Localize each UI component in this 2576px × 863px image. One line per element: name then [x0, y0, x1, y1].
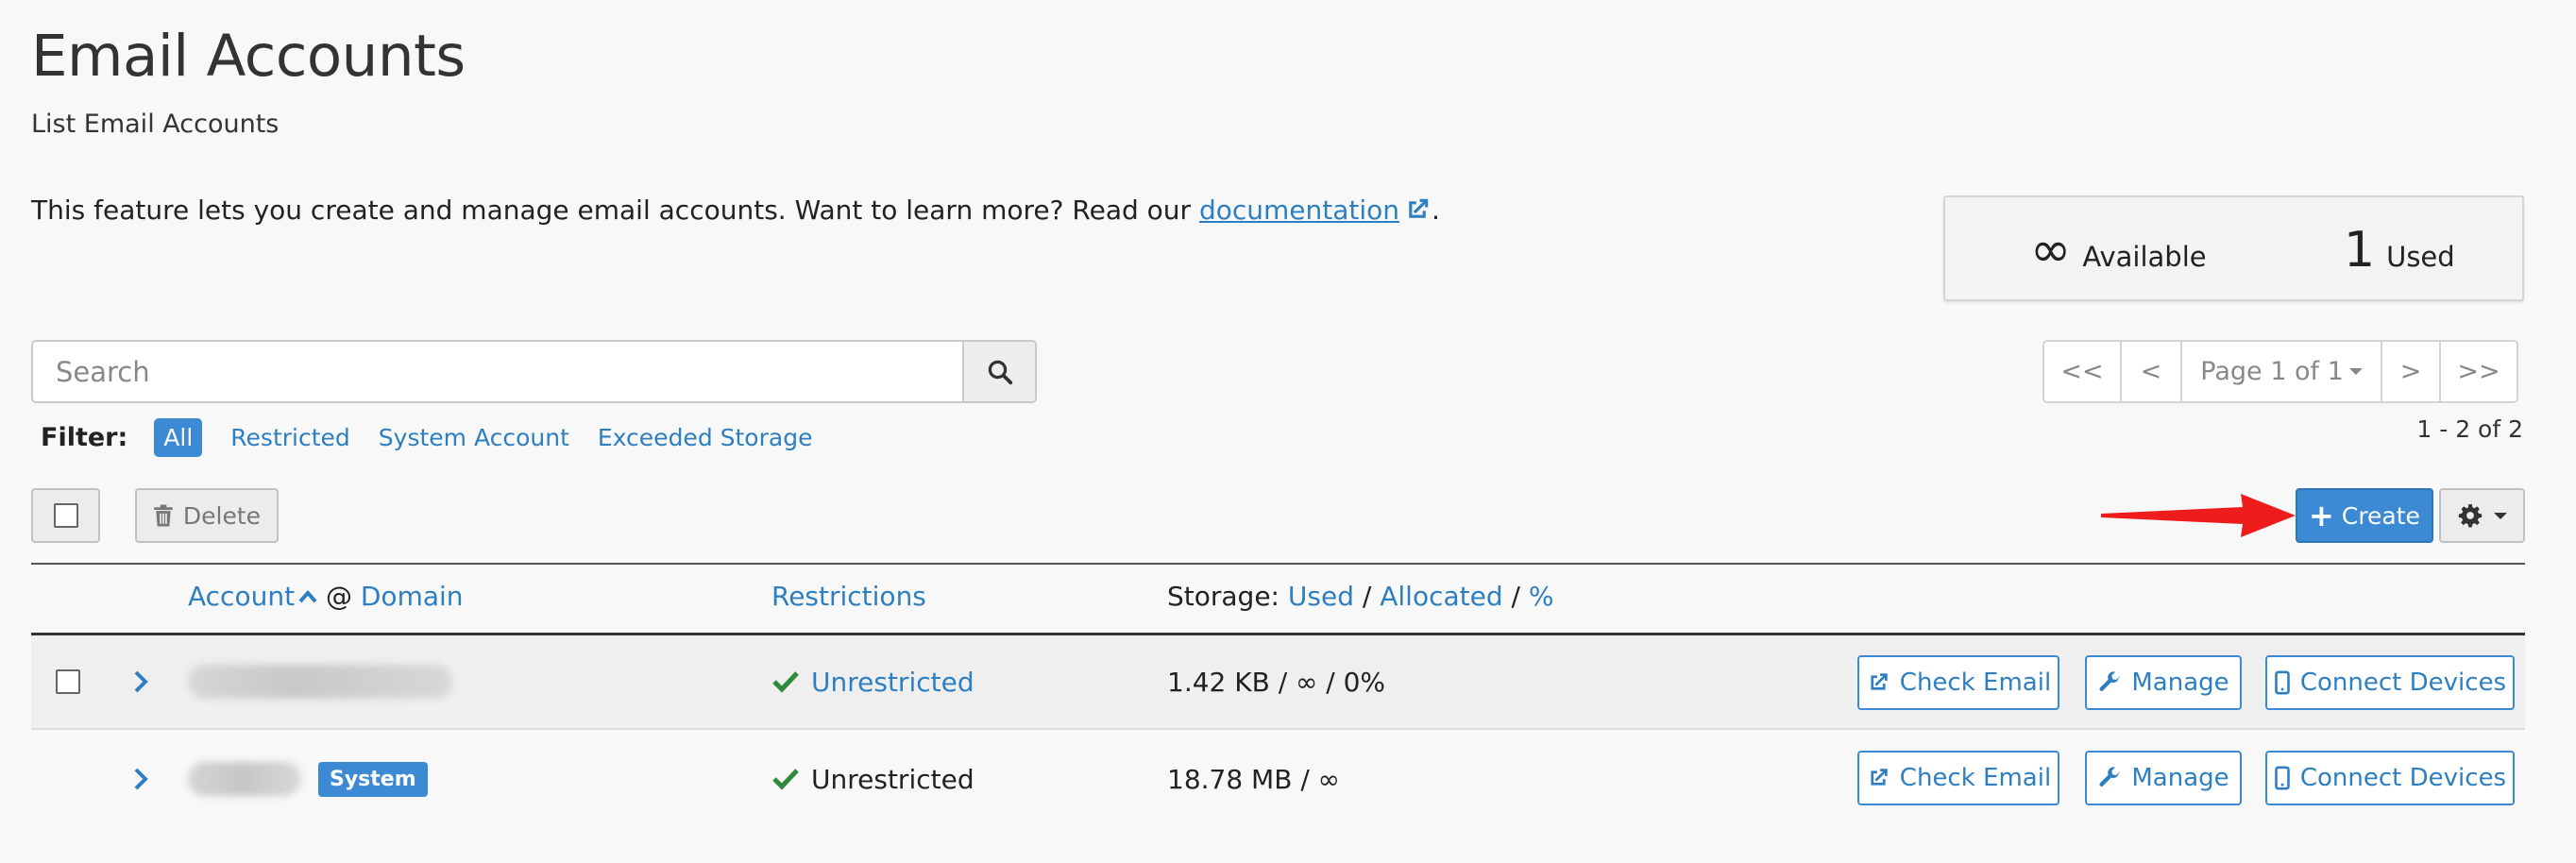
- available-stat: ∞ Available: [2030, 226, 2207, 275]
- separator: /: [1362, 581, 1372, 612]
- filter-restricted[interactable]: Restricted: [230, 424, 349, 451]
- mobile-phone-icon: [2275, 670, 2290, 695]
- filter-all[interactable]: All: [154, 417, 203, 457]
- separator: /: [1511, 581, 1520, 612]
- manage-button[interactable]: Manage: [2085, 655, 2242, 710]
- delete-button[interactable]: Delete: [135, 488, 279, 543]
- sort-allocated-link[interactable]: Allocated: [1380, 581, 1502, 612]
- sort-used-link[interactable]: Used: [1288, 581, 1354, 612]
- manage-label: Manage: [2131, 668, 2229, 697]
- chevron-right-icon: [134, 768, 148, 790]
- filter-bar: Filter: All Restricted System Account Ex…: [41, 415, 812, 459]
- caret-down-icon: [2348, 368, 2363, 375]
- caret-down-icon: [2493, 512, 2507, 519]
- blurred-account: [188, 665, 452, 699]
- expand-row-toggle[interactable]: [132, 732, 149, 826]
- create-label: Create: [2341, 501, 2420, 530]
- expand-row-toggle[interactable]: [132, 635, 149, 728]
- next-page-button[interactable]: >: [2381, 340, 2441, 403]
- restriction-link[interactable]: Unrestricted: [811, 667, 974, 698]
- search-input[interactable]: [31, 340, 962, 403]
- intro-text: This feature lets you create and manage …: [31, 195, 1440, 226]
- external-link-icon[interactable]: [1403, 195, 1432, 224]
- used-stat: 1 Used: [2344, 226, 2455, 275]
- account-name-redacted: System: [188, 732, 428, 826]
- column-header-account-domain: Account @ Domain: [188, 581, 464, 612]
- delete-label: Delete: [182, 501, 262, 530]
- wrench-icon: [2099, 671, 2121, 691]
- at-symbol: @: [325, 581, 352, 612]
- first-page-button[interactable]: <<: [2042, 340, 2122, 403]
- sort-percent-link[interactable]: %: [1529, 581, 1554, 612]
- documentation-link[interactable]: documentation: [1199, 195, 1399, 226]
- settings-dropdown-button[interactable]: [2439, 488, 2525, 543]
- pagination: << < Page 1 of 1 > >>: [2042, 340, 2518, 403]
- gear-icon: [2458, 504, 2482, 528]
- external-link-icon: [1871, 769, 1888, 786]
- blurred-account: [188, 762, 301, 796]
- used-value: 1: [2344, 222, 2376, 279]
- manage-label: Manage: [2131, 764, 2229, 792]
- storage-value: 18.78 MB / ∞: [1167, 763, 1340, 795]
- page-subtitle: List Email Accounts: [31, 110, 280, 139]
- search-button[interactable]: [962, 340, 1037, 403]
- row-checkbox[interactable]: [56, 669, 80, 694]
- storage-value: 1.42 KB / ∞ / 0%: [1167, 666, 1386, 698]
- external-link-icon: [1871, 673, 1888, 690]
- filter-label: Filter:: [41, 422, 128, 452]
- select-all-checkbox-button[interactable]: [31, 488, 100, 543]
- intro-text-before: This feature lets you create and manage …: [31, 195, 1199, 226]
- restriction-cell: Unrestricted: [771, 635, 974, 728]
- sort-account-link[interactable]: Account: [188, 581, 295, 612]
- system-badge: System: [318, 761, 428, 797]
- table-header-top-border: [31, 563, 2525, 565]
- page-title: Email Accounts: [31, 23, 466, 90]
- sort-ascending-icon[interactable]: [298, 590, 317, 603]
- check-icon: [772, 769, 799, 790]
- search-icon: [988, 360, 1012, 384]
- filter-system-account[interactable]: System Account: [379, 424, 569, 451]
- used-label: Used: [2386, 241, 2455, 273]
- create-button[interactable]: + Create: [2296, 488, 2433, 543]
- sort-restrictions-link[interactable]: Restrictions: [771, 581, 926, 612]
- available-label: Available: [2082, 241, 2207, 273]
- chevron-right-icon: [134, 670, 148, 693]
- mobile-phone-icon: [2275, 766, 2290, 790]
- wrench-icon: [2099, 767, 2121, 787]
- check-email-label: Check Email: [1899, 764, 2052, 792]
- table-row: System Unrestricted 18.78 MB / ∞ Check E…: [31, 732, 2525, 826]
- filter-exceeded-storage[interactable]: Exceeded Storage: [598, 424, 813, 451]
- check-email-button[interactable]: Check Email: [1857, 751, 2059, 805]
- prev-page-button[interactable]: <: [2120, 340, 2182, 403]
- sort-domain-link[interactable]: Domain: [361, 581, 464, 612]
- available-value: ∞: [2030, 222, 2072, 279]
- column-header-storage: Storage: Used / Allocated / %: [1167, 581, 1553, 612]
- check-email-label: Check Email: [1899, 668, 2052, 697]
- restriction-text: Unrestricted: [811, 763, 974, 795]
- check-icon: [772, 671, 799, 693]
- result-range: 1 - 2 of 2: [2416, 415, 2523, 443]
- row-checkbox-cell: [56, 635, 80, 728]
- connect-devices-button[interactable]: Connect Devices: [2265, 655, 2515, 710]
- manage-button[interactable]: Manage: [2085, 751, 2242, 805]
- connect-devices-button[interactable]: Connect Devices: [2265, 751, 2515, 805]
- account-name-redacted: [188, 635, 452, 728]
- connect-devices-label: Connect Devices: [2299, 668, 2507, 697]
- restriction-cell: Unrestricted: [771, 732, 974, 826]
- red-arrow-annotation: [2101, 494, 2296, 537]
- connect-devices-label: Connect Devices: [2299, 764, 2507, 792]
- check-email-button[interactable]: Check Email: [1857, 655, 2059, 710]
- column-header-restrictions: Restrictions: [771, 581, 926, 612]
- page-select[interactable]: Page 1 of 1: [2180, 340, 2382, 403]
- page-label: Page 1 of 1: [2200, 357, 2344, 386]
- storage-label: Storage:: [1167, 581, 1280, 612]
- plus-icon: +: [2309, 498, 2334, 533]
- last-page-button[interactable]: >>: [2439, 340, 2518, 403]
- intro-text-after: .: [1432, 195, 1440, 226]
- select-all-checkbox[interactable]: [53, 503, 78, 528]
- table-row: Unrestricted 1.42 KB / ∞ / 0% Check Emai…: [31, 635, 2525, 730]
- trash-icon: [154, 504, 173, 527]
- account-stats-panel: ∞ Available 1 Used: [1943, 195, 2524, 301]
